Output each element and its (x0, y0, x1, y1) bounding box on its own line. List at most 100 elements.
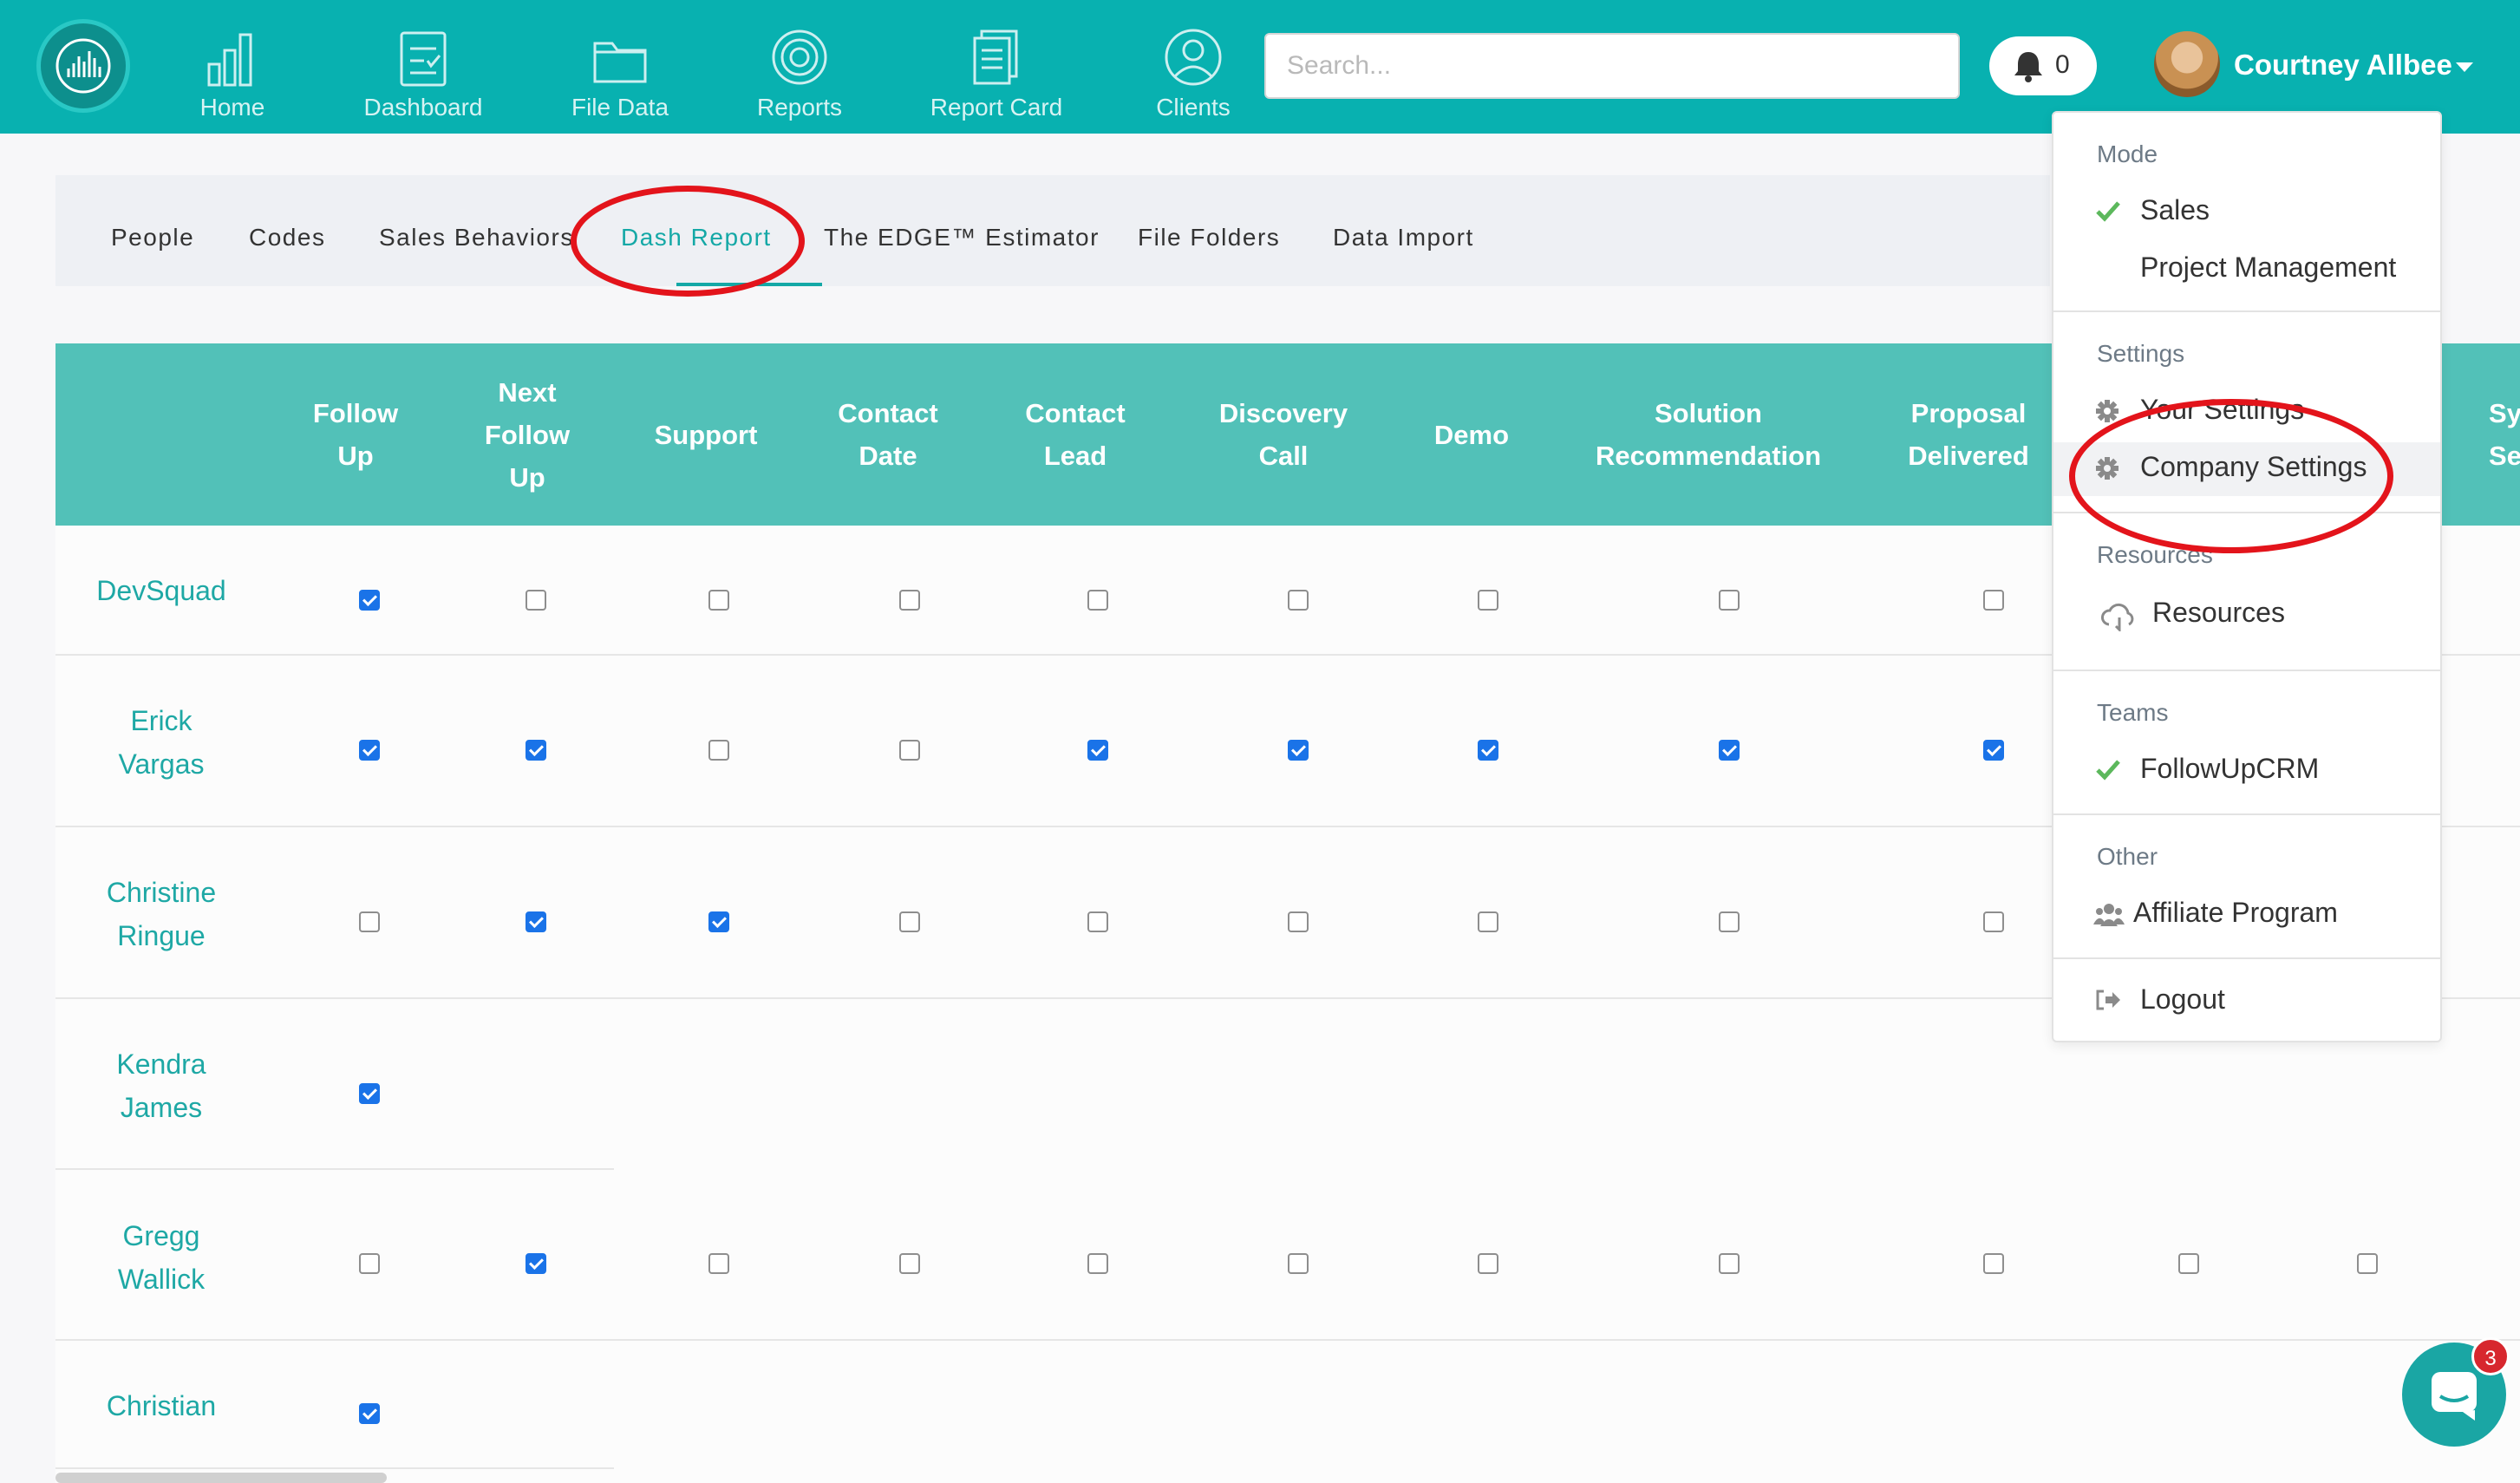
row-checkbox[interactable] (1719, 911, 1740, 932)
tab-file-folders[interactable]: File Folders (1138, 224, 1280, 252)
row-checkbox[interactable] (1478, 590, 1498, 611)
logout-label: Logout (2140, 983, 2225, 1015)
divider (2053, 310, 2440, 312)
logout-item[interactable]: Logout (2053, 975, 2440, 1029)
row-checkbox[interactable] (708, 740, 729, 761)
resources-item[interactable]: Resources (2053, 588, 2440, 642)
column-header: Sy Se (2440, 343, 2520, 526)
row-checkbox[interactable] (526, 1253, 546, 1274)
column-header-label: Contact Date (838, 398, 938, 471)
row-checkbox[interactable] (899, 911, 920, 932)
team-followupcrm-item[interactable]: FollowUpCRM (2053, 744, 2440, 798)
row-checkbox[interactable] (1983, 911, 2004, 932)
row-checkbox[interactable] (1719, 590, 1740, 611)
row-name[interactable]: DevSquad (55, 569, 267, 612)
row-checkbox[interactable] (708, 590, 729, 611)
search-input[interactable] (1264, 33, 1960, 99)
row-checkbox[interactable] (359, 1403, 380, 1424)
row-name[interactable]: Erick Vargas (55, 699, 267, 786)
column-header: Contact Date (819, 343, 957, 526)
nav-report-card-label: Report Card (930, 94, 1063, 121)
row-checkbox[interactable] (1087, 590, 1108, 611)
row-checkbox[interactable] (1983, 1253, 2004, 1274)
logo-bars-icon (55, 38, 111, 94)
cloud-icon (2101, 603, 2134, 631)
target-icon (772, 29, 827, 85)
row-checkbox[interactable] (359, 590, 380, 611)
app-logo[interactable] (36, 19, 130, 113)
column-header: Proposal Delivered (1882, 343, 2055, 526)
nav-dashboard[interactable]: Dashboard (336, 26, 510, 121)
teams-header: Teams (2097, 699, 2169, 726)
row-checkbox[interactable] (2178, 1253, 2199, 1274)
nav-home[interactable]: Home (146, 26, 319, 121)
row-checkbox[interactable] (526, 590, 546, 611)
column-header: Demo (1411, 343, 1532, 526)
bell-icon (2014, 52, 2042, 82)
row-checkbox[interactable] (1087, 1253, 1108, 1274)
clipboard-icon (400, 31, 447, 87)
mode-project-label: Project Management (2140, 252, 2397, 283)
tab-people[interactable]: People (111, 224, 194, 252)
row-checkbox[interactable] (1478, 740, 1498, 761)
row-checkbox[interactable] (359, 740, 380, 761)
nav-reports[interactable]: Reports (713, 26, 886, 121)
tab-sales-behaviors[interactable]: Sales Behaviors (379, 224, 574, 252)
row-checkbox[interactable] (1288, 740, 1309, 761)
row-checkbox[interactable] (1983, 740, 2004, 761)
row-checkbox[interactable] (1478, 1253, 1498, 1274)
avatar[interactable] (2154, 31, 2220, 97)
row-checkbox[interactable] (1983, 590, 2004, 611)
row-checkbox[interactable] (899, 740, 920, 761)
row-checkbox[interactable] (1087, 911, 1108, 932)
mode-sales-item[interactable]: Sales (2053, 186, 2440, 239)
row-checkbox[interactable] (708, 911, 729, 932)
tab-codes[interactable]: Codes (249, 224, 325, 252)
row-checkbox[interactable] (526, 740, 546, 761)
affiliate-program-label: Affiliate Program (2133, 897, 2338, 928)
row-name-text: Kendra James (116, 1049, 206, 1123)
row-checkbox[interactable] (526, 911, 546, 932)
row-checkbox[interactable] (708, 1253, 729, 1274)
annotation-circle-dash-report (571, 186, 805, 297)
row-checkbox[interactable] (1288, 590, 1309, 611)
nav-clients[interactable]: Clients (1107, 26, 1280, 121)
row-name[interactable]: Christian (55, 1384, 267, 1427)
horizontal-scrollbar[interactable] (55, 1473, 387, 1483)
row-name[interactable]: Gregg Wallick (55, 1214, 267, 1301)
row-divider (55, 1168, 614, 1170)
row-checkbox[interactable] (2357, 1253, 2378, 1274)
column-header: Solution Recommendation (1578, 343, 1838, 526)
row-checkbox[interactable] (1719, 1253, 1740, 1274)
settings-tabs: People Codes Sales Behaviors Dash Report… (55, 175, 2050, 286)
nav-file-data[interactable]: File Data (533, 26, 707, 121)
row-name[interactable]: Kendra James (55, 1042, 267, 1129)
row-checkbox[interactable] (899, 590, 920, 611)
row-checkbox[interactable] (1478, 911, 1498, 932)
document-icon (973, 29, 1018, 85)
mode-project-management-item[interactable]: Project Management (2053, 243, 2440, 297)
row-checkbox[interactable] (359, 1083, 380, 1104)
tab-edge-estimator[interactable]: The EDGE™ Estimator (824, 224, 1100, 252)
divider (2053, 670, 2440, 671)
row-checkbox[interactable] (359, 1253, 380, 1274)
user-menu-name[interactable]: Courtney Allbee (2234, 49, 2452, 82)
affiliate-program-item[interactable]: Affiliate Program (2053, 888, 2440, 942)
tab-data-import[interactable]: Data Import (1333, 224, 1474, 252)
chevron-down-icon[interactable] (2456, 62, 2473, 72)
settings-header: Settings (2097, 340, 2185, 367)
folder-icon (593, 42, 647, 83)
row-checkbox[interactable] (1087, 740, 1108, 761)
row-checkbox[interactable] (359, 911, 380, 932)
row-checkbox[interactable] (1719, 740, 1740, 761)
notifications-button[interactable]: 0 (1989, 36, 2097, 95)
row-checkbox[interactable] (1288, 911, 1309, 932)
row-name[interactable]: Christine Ringue (55, 871, 267, 957)
column-header-label: Follow Up (312, 398, 399, 471)
nav-report-card[interactable]: Report Card (910, 26, 1083, 121)
nav-file-data-label: File Data (571, 94, 669, 121)
column-header-label: Next Follow Up (484, 376, 571, 493)
row-checkbox[interactable] (1288, 1253, 1309, 1274)
column-header-label: Discovery Call (1218, 398, 1348, 471)
row-checkbox[interactable] (899, 1253, 920, 1274)
